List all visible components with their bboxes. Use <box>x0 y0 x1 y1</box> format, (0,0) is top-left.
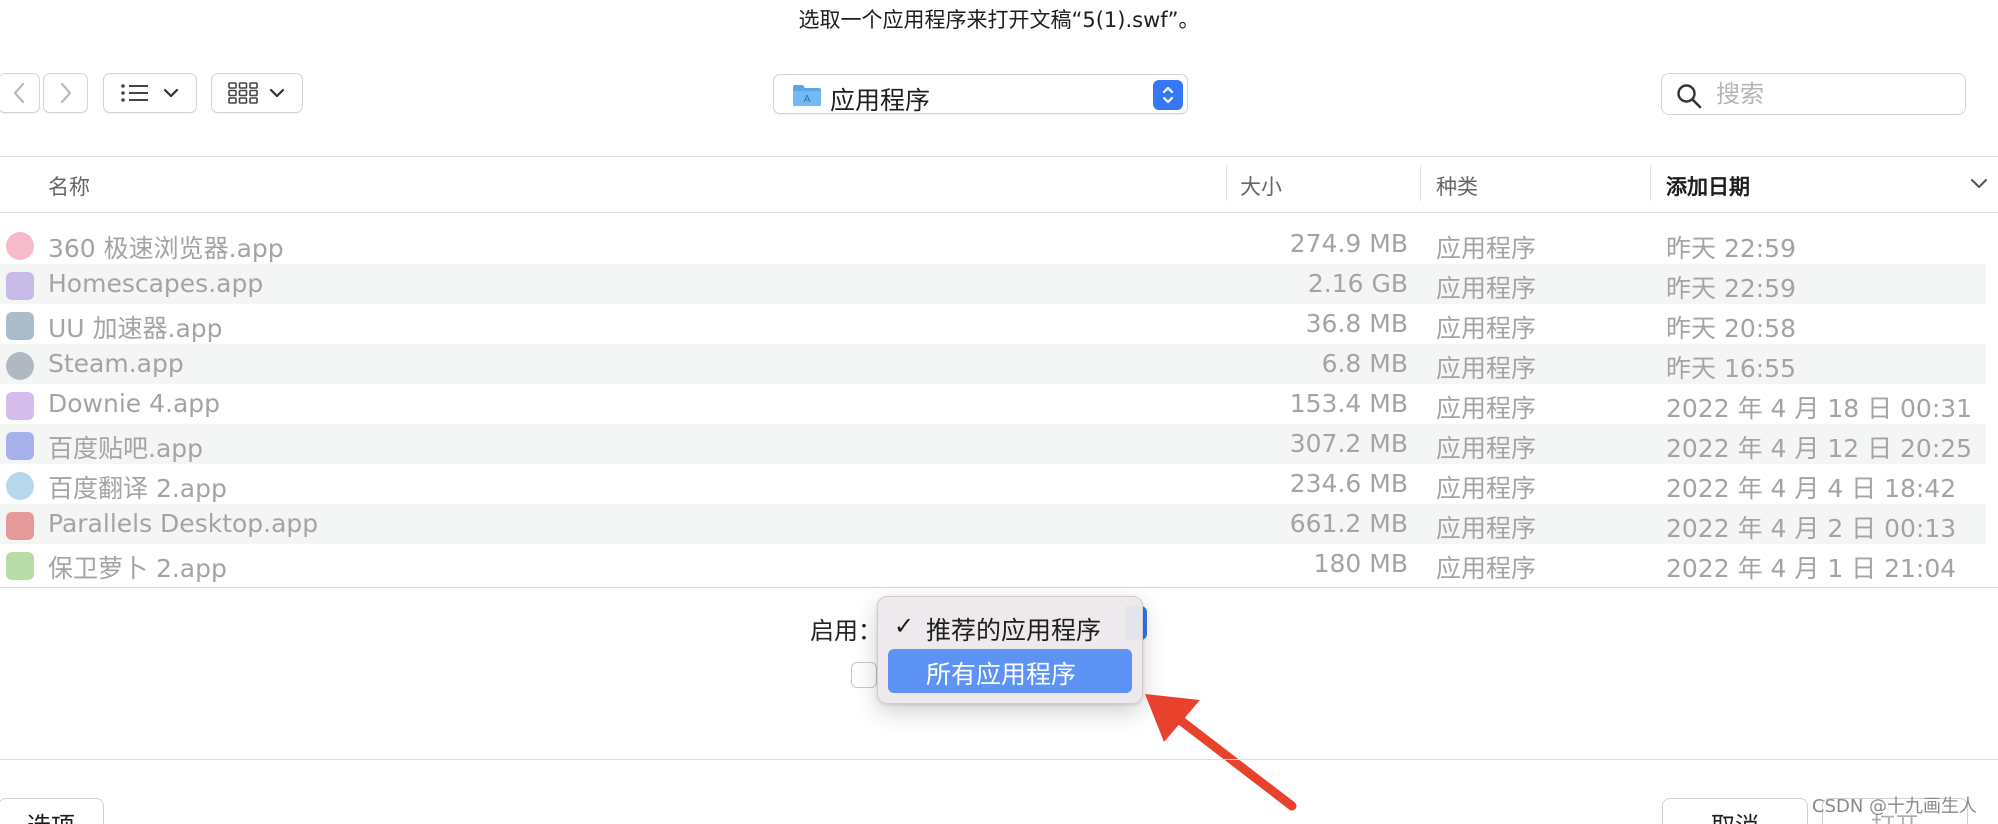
browser-360-icon <box>6 232 34 260</box>
search-input[interactable] <box>1716 78 1956 110</box>
file-kind: 应用程序 <box>1436 314 1537 343</box>
file-date-added: 昨天 20:58 <box>1666 314 1796 343</box>
file-kind: 应用程序 <box>1436 234 1537 263</box>
menu-item-all-applications[interactable]: 所有应用程序 <box>888 649 1132 693</box>
file-size: 307.2 MB <box>1289 429 1408 458</box>
file-name: Homescapes.app <box>48 269 264 298</box>
column-header-date-added[interactable]: 添加日期 <box>1666 171 1750 201</box>
list-icon <box>121 84 148 102</box>
file-size: 234.6 MB <box>1289 469 1408 498</box>
file-name: 百度翻译 2.app <box>48 474 227 503</box>
file-size: 274.9 MB <box>1289 229 1408 258</box>
applications-folder-icon: A <box>793 85 821 106</box>
enable-label: 启用： <box>810 617 882 645</box>
chevron-right-icon <box>60 82 71 104</box>
table-row[interactable]: Steam.app 6.8 MB 应用程序 昨天 16:55 <box>0 344 1986 384</box>
forward-button[interactable] <box>43 73 88 113</box>
column-header-name[interactable]: 名称 <box>48 171 90 201</box>
table-row[interactable]: 百度贴吧.app 307.2 MB 应用程序 2022 年 4 月 12 日 20:2… <box>0 424 1986 464</box>
baidu-tieba-icon <box>6 432 34 460</box>
enable-dropdown-menu: ✓ 推荐的应用程序 所有应用程序 <box>877 596 1143 704</box>
table-row[interactable]: 百度翻译 2.app 234.6 MB 应用程序 2022 年 4 月 4 日 18:… <box>0 464 1986 504</box>
file-name: 360 极速浏览器.app <box>48 234 284 263</box>
file-date-added: 昨天 22:59 <box>1666 274 1796 303</box>
file-date-added: 2022 年 4 月 1 日 21:04 <box>1666 554 1957 583</box>
file-date-added: 2022 年 4 月 12 日 20:25 <box>1666 434 1973 463</box>
file-kind: 应用程序 <box>1436 354 1537 383</box>
file-kind: 应用程序 <box>1436 274 1537 303</box>
grid-view-button[interactable] <box>211 73 303 113</box>
parallels-icon <box>6 512 34 540</box>
chevron-down-icon <box>163 88 179 98</box>
file-size: 180 MB <box>1313 549 1408 578</box>
uu-accelerator-icon <box>6 312 34 340</box>
search-icon <box>1677 84 1702 109</box>
checkmark-icon: ✓ <box>894 612 915 640</box>
file-kind: 应用程序 <box>1436 474 1537 503</box>
options-button[interactable]: 选项 <box>0 798 104 824</box>
file-size: 153.4 MB <box>1289 389 1408 418</box>
cancel-button[interactable]: 取消 <box>1662 798 1808 824</box>
table-row[interactable]: UU 加速器.app 36.8 MB 应用程序 昨天 20:58 <box>0 304 1986 344</box>
file-name: 百度贴吧.app <box>48 434 204 463</box>
file-size: 661.2 MB <box>1289 509 1408 538</box>
grid-icon <box>228 82 258 104</box>
table-row[interactable]: 保卫萝卜 2.app 180 MB 应用程序 2022 年 4 月 1 日 21:04 <box>0 544 1986 584</box>
file-date-added: 昨天 16:55 <box>1666 354 1796 383</box>
file-size: 36.8 MB <box>1305 309 1408 338</box>
file-date-added: 2022 年 4 月 4 日 18:42 <box>1666 474 1957 503</box>
file-size: 2.16 GB <box>1307 269 1408 298</box>
column-header-size[interactable]: 大小 <box>1240 171 1282 201</box>
file-name: Parallels Desktop.app <box>48 509 319 538</box>
menu-item-recommended[interactable]: ✓ 推荐的应用程序 <box>888 605 1132 649</box>
baidu-translate-icon <box>6 472 34 500</box>
downie-icon <box>6 392 34 420</box>
carrot-fantasy-icon <box>6 552 34 580</box>
file-kind: 应用程序 <box>1436 514 1537 543</box>
file-date-added: 昨天 22:59 <box>1666 234 1796 263</box>
table-row[interactable]: Homescapes.app 2.16 GB 应用程序 昨天 22:59 <box>0 264 1986 304</box>
chevron-down-icon <box>269 88 285 98</box>
location-label: 应用程序 <box>830 86 931 115</box>
steam-icon <box>6 352 34 380</box>
file-name: 保卫萝卜 2.app <box>48 554 227 583</box>
list-view-button[interactable] <box>103 73 197 113</box>
svg-text:A: A <box>804 94 811 105</box>
file-date-added: 2022 年 4 月 2 日 00:13 <box>1666 514 1957 543</box>
file-kind: 应用程序 <box>1436 554 1537 583</box>
always-open-checkbox[interactable] <box>851 662 877 688</box>
table-row[interactable]: 360 极速浏览器.app 274.9 MB 应用程序 昨天 22:59 <box>0 224 1986 264</box>
up-down-chevron-icon <box>1153 80 1183 110</box>
watermark: CSDN @十九画生人 <box>1812 796 1978 817</box>
window-title: 选取一个应用程序来打开文稿“5(1).swf”。 <box>798 8 1200 32</box>
column-header-kind[interactable]: 种类 <box>1436 171 1478 201</box>
file-kind: 应用程序 <box>1436 394 1537 423</box>
sort-descending-icon[interactable] <box>1970 178 1988 190</box>
file-kind: 应用程序 <box>1436 434 1537 463</box>
table-row[interactable]: Parallels Desktop.app 661.2 MB 应用程序 2022 年 … <box>0 504 1986 544</box>
file-size: 6.8 MB <box>1321 349 1408 378</box>
search-field[interactable] <box>1661 73 1966 115</box>
file-date-added: 2022 年 4 月 18 日 00:31 <box>1666 394 1973 423</box>
homescapes-icon <box>6 272 34 300</box>
back-button[interactable] <box>0 73 40 113</box>
location-popup[interactable]: A 应用程序 <box>773 74 1188 115</box>
table-row[interactable]: Downie 4.app 153.4 MB 应用程序 2022 年 4 月 18 日 … <box>0 384 1986 424</box>
file-name: UU 加速器.app <box>48 314 223 343</box>
file-name: Steam.app <box>48 349 184 378</box>
chevron-left-icon <box>13 82 25 104</box>
file-name: Downie 4.app <box>48 389 221 418</box>
